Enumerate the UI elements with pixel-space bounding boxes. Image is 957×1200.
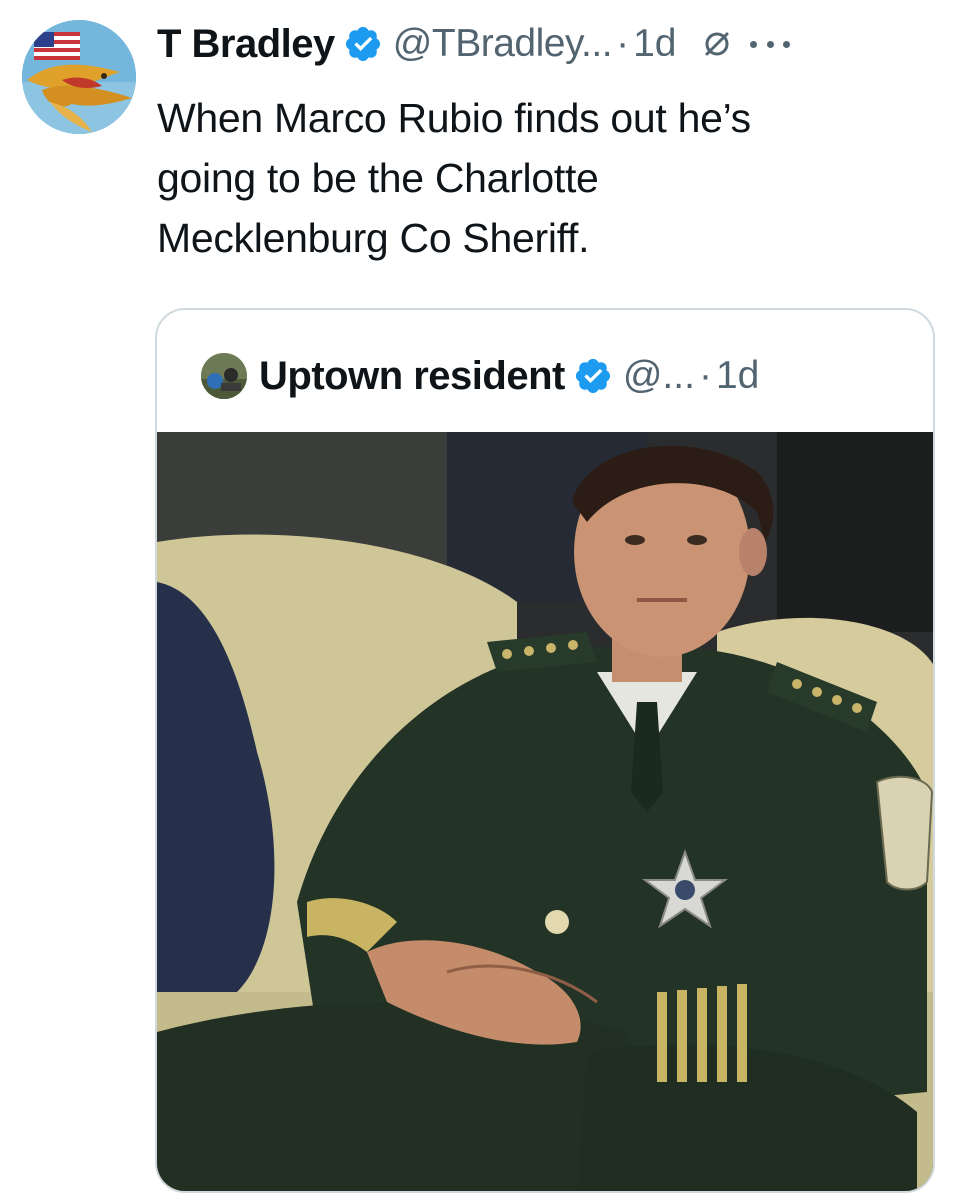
avatar-image: [22, 20, 136, 134]
author-avatar[interactable]: [22, 20, 136, 134]
quoted-tweet-image[interactable]: [157, 432, 933, 1191]
tweet-text-line: When Marco Rubio finds out he’s: [157, 95, 751, 141]
tweet-text-line: going to be the Charlotte: [157, 155, 599, 201]
tweet-header: T Bradley @TBradley... · 1d: [157, 18, 791, 70]
separator-dot: ·: [616, 22, 630, 65]
separator-dot: ·: [698, 354, 712, 397]
tweet-text-line: Mecklenburg Co Sheriff.: [157, 215, 590, 261]
sheriff-photo-illustration: [157, 432, 933, 1191]
verified-badge-icon: [573, 356, 613, 396]
more-options-icon[interactable]: [750, 29, 791, 59]
quoted-tweet-header: Uptown resident @... · 1d: [201, 346, 759, 406]
null-circle-icon: [702, 29, 732, 59]
quoted-avatar-image: [201, 353, 247, 399]
tweet-timestamp[interactable]: 1d: [633, 22, 676, 66]
quoted-author-avatar[interactable]: [201, 353, 247, 399]
quoted-author-display-name[interactable]: Uptown resident: [259, 354, 565, 399]
quoted-tweet-timestamp[interactable]: 1d: [716, 354, 759, 398]
verified-badge-icon: [343, 24, 383, 64]
author-display-name[interactable]: T Bradley: [157, 22, 335, 67]
tweet-text: When Marco Rubio finds out he’s going to…: [157, 88, 937, 268]
quoted-author-handle[interactable]: @...: [623, 354, 695, 398]
quoted-tweet-card[interactable]: Uptown resident @... · 1d: [155, 308, 935, 1193]
tweet: T Bradley @TBradley... · 1d When Marco R…: [0, 0, 957, 1200]
author-handle[interactable]: @TBradley...: [393, 22, 613, 66]
